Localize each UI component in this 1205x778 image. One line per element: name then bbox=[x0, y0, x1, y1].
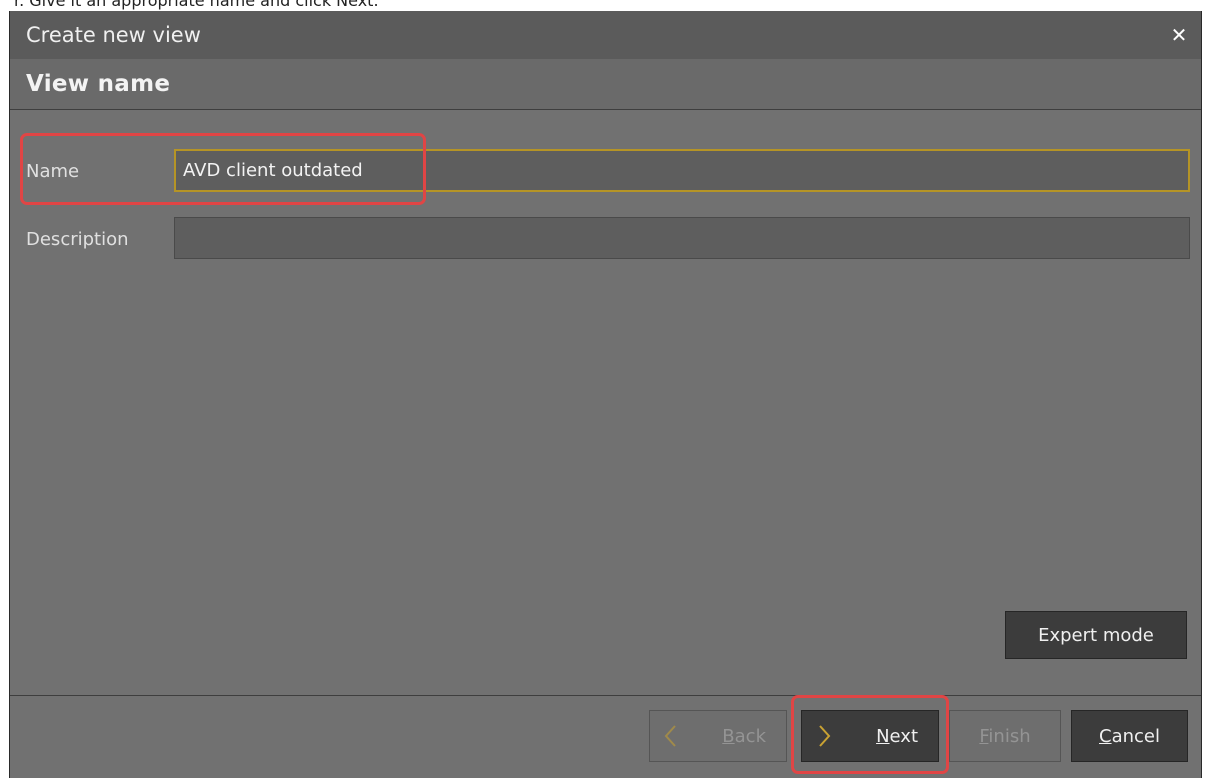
name-input[interactable] bbox=[174, 149, 1190, 192]
back-label: Back bbox=[722, 726, 766, 747]
expert-mode-label: Expert mode bbox=[1038, 624, 1154, 646]
expert-mode-button[interactable]: Expert mode bbox=[1005, 611, 1187, 659]
name-label: Name bbox=[26, 161, 80, 182]
description-input[interactable] bbox=[174, 217, 1190, 259]
finish-label: Finish bbox=[979, 725, 1031, 747]
footer-divider bbox=[10, 695, 1201, 696]
description-label: Description bbox=[26, 229, 129, 250]
cancel-button[interactable]: Cancel bbox=[1071, 710, 1188, 762]
chevron-left-icon bbox=[664, 725, 676, 747]
dialog-title: Create new view bbox=[26, 23, 201, 47]
caption-text: r. Give it an appropriate name and click… bbox=[14, 0, 379, 10]
next-button[interactable]: Next bbox=[801, 710, 939, 762]
next-label: Next bbox=[876, 726, 918, 747]
dialog-title-bar[interactable]: Create new view ✕ bbox=[10, 11, 1201, 59]
back-button[interactable]: Back bbox=[649, 710, 787, 762]
create-view-dialog: Create new view ✕ View name Name Descrip… bbox=[9, 11, 1202, 778]
cancel-label: Cancel bbox=[1099, 725, 1160, 747]
finish-button[interactable]: Finish bbox=[949, 710, 1061, 762]
page-title: View name bbox=[26, 71, 171, 97]
background-caption: r. Give it an appropriate name and click… bbox=[0, 0, 1205, 11]
close-icon[interactable]: ✕ bbox=[1169, 25, 1189, 45]
chevron-right-icon bbox=[819, 725, 831, 747]
page-header: View name bbox=[10, 59, 1201, 110]
